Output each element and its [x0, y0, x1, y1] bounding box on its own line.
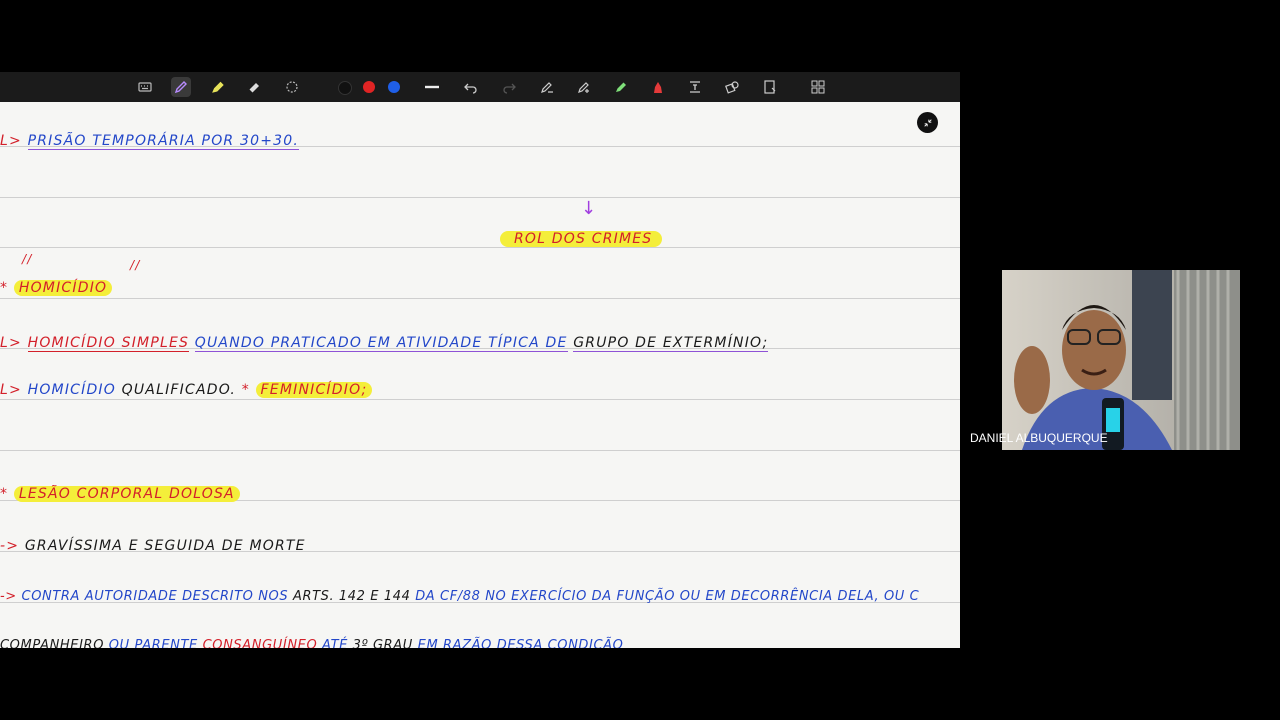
keyboard-icon[interactable] — [135, 77, 155, 97]
arrow-mark: -> — [0, 589, 17, 604]
eraser-icon[interactable] — [245, 77, 265, 97]
note-line-8: COMPANHEIRO OU PARENTE CONSANGUÍNEO ATÉ … — [0, 638, 623, 648]
red-pen-icon[interactable] — [648, 77, 668, 97]
collapse-icon[interactable] — [917, 112, 938, 133]
note-text: HOMICÍDIO — [13, 280, 113, 296]
ruled-line — [0, 197, 960, 198]
note-text: ATÉ — [322, 638, 348, 648]
note-text: DA CF/88 NO EXERCÍCIO DA FUNÇÃO OU EM DE… — [415, 589, 920, 604]
note-text: GRUPO DE EXTERMÍNIO; — [573, 335, 769, 352]
note-text: COMPANHEIRO — [0, 638, 105, 648]
note-line-1: L> PRISÃO TEMPORÁRIA POR 30+30. — [0, 133, 300, 150]
pen-edit-icon[interactable] — [537, 77, 557, 97]
lasso-icon[interactable] — [282, 77, 302, 97]
undo-icon[interactable] — [461, 77, 481, 97]
star-mark: * — [0, 280, 9, 296]
note-text: 3º GRAU — [352, 638, 413, 648]
note-text: FEMINICÍDIO; — [255, 382, 373, 398]
note-text: QUANDO PRATICADO EM ATIVIDADE TÍPICA DE — [194, 335, 568, 352]
drawing-toolbar — [0, 72, 960, 102]
heading-rol-dos-crimes: ROL DOS CRIMES — [500, 231, 663, 247]
redo-icon[interactable] — [499, 77, 519, 97]
note-text: EM RAZÃO DESSA CONDIÇÃO — [417, 638, 624, 648]
note-text: OU PARENTE — [108, 638, 198, 648]
line-width-icon[interactable] — [422, 77, 442, 97]
note-text: CONTRA AUTORIDADE DESCRITO NOS — [21, 589, 289, 604]
page-icon[interactable] — [760, 77, 780, 97]
note-item-lesao: * LESÃO CORPORAL DOLOSA — [0, 486, 240, 502]
note-line-6: -> GRAVÍSSIMA E SEGUIDA DE MORTE — [0, 538, 306, 554]
shapes-icon[interactable] — [722, 77, 742, 97]
note-line-4: L> HOMICÍDIO QUALIFICADO. * FEMINICÍDIO; — [0, 382, 373, 398]
ditto-mark: // — [130, 258, 141, 272]
color-black-swatch[interactable] — [338, 81, 352, 95]
notebook-page[interactable]: L> PRISÃO TEMPORÁRIA POR 30+30. ↓ ROL DO… — [0, 102, 960, 648]
text-icon[interactable] — [685, 77, 705, 97]
note-text: HOMICÍDIO SIMPLES — [27, 335, 190, 352]
note-text: QUALIFICADO. — [121, 382, 237, 398]
note-line-7: -> CONTRA AUTORIDADE DESCRITO NOS ARTS. … — [0, 589, 919, 604]
note-line-3: L> HOMICÍDIO SIMPLES QUANDO PRATICADO EM… — [0, 335, 769, 352]
arrow-mark: -> — [0, 538, 20, 554]
arrow-mark: L> — [0, 133, 22, 149]
down-arrow-mark: ↓ — [581, 198, 598, 219]
note-text: HOMICÍDIO — [27, 382, 116, 398]
pen-icon[interactable] — [171, 77, 191, 97]
arrow-mark: L> — [0, 382, 22, 398]
video-frame — [1002, 270, 1240, 450]
star-mark: * — [0, 486, 9, 502]
highlighter-icon[interactable] — [208, 77, 228, 97]
note-text: ARTS. 142 E 144 — [292, 589, 411, 604]
whiteboard-window: L> PRISÃO TEMPORÁRIA POR 30+30. ↓ ROL DO… — [0, 0, 960, 720]
pen-add-icon[interactable] — [574, 77, 594, 97]
ruled-line — [0, 247, 960, 248]
note-item-homicidio: * HOMICÍDIO — [0, 280, 113, 296]
color-blue-swatch[interactable] — [388, 81, 400, 93]
star-mark: * — [241, 382, 250, 398]
arrow-mark: L> — [0, 335, 22, 351]
note-text: PRISÃO TEMPORÁRIA POR 30+30. — [27, 133, 300, 150]
highlighter-green-icon[interactable] — [611, 77, 631, 97]
ruled-line — [0, 399, 960, 400]
heading-text: ROL DOS CRIMES — [500, 231, 663, 247]
participant-name: DANIEL ALBUQUERQUE — [970, 431, 1108, 445]
ruled-line — [0, 450, 960, 451]
grid-icon[interactable] — [808, 77, 828, 97]
participant-video[interactable] — [1002, 270, 1240, 450]
note-text: CONSANGUÍNEO — [202, 638, 318, 648]
note-text: LESÃO CORPORAL DOLOSA — [13, 486, 240, 502]
color-red-swatch[interactable] — [363, 81, 375, 93]
note-text: GRAVÍSSIMA E SEGUIDA DE MORTE — [24, 538, 306, 554]
ruled-line — [0, 298, 960, 299]
ditto-mark: // — [22, 252, 33, 266]
